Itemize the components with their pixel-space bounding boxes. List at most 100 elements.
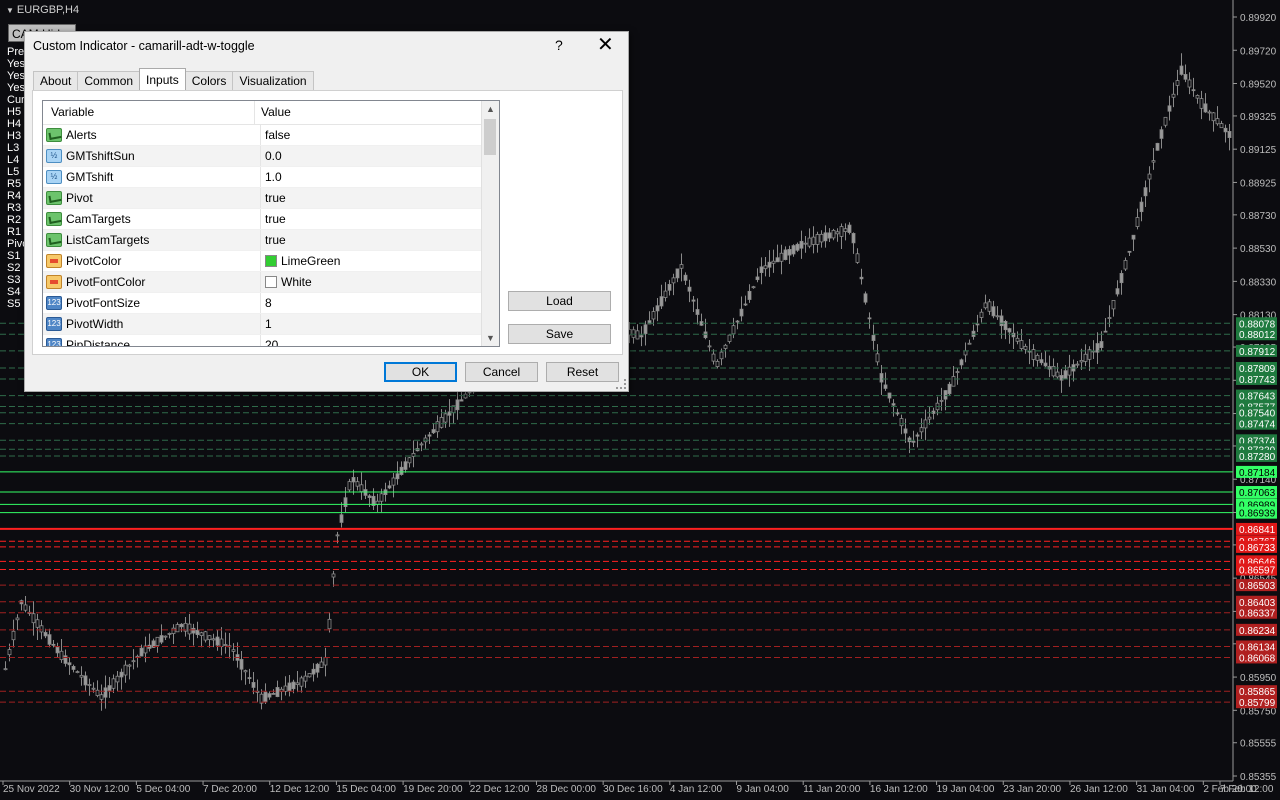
candle-body <box>1183 74 1188 80</box>
candle-body <box>643 324 648 335</box>
load-button[interactable]: Load <box>508 291 611 311</box>
candle-body <box>199 632 204 636</box>
cell-value[interactable]: White <box>261 272 499 292</box>
time-tick-label: 5 Dec 04:00 <box>136 784 190 795</box>
tab-visualization[interactable]: Visualization <box>232 71 314 90</box>
candle-body <box>811 236 816 245</box>
candle-body <box>155 636 160 647</box>
candle-body <box>219 638 224 648</box>
cell-value[interactable]: 0.0 <box>261 146 499 166</box>
candle-body <box>1203 103 1208 113</box>
cell-value[interactable]: false <box>261 125 499 145</box>
time-tick-label: 19 Jan 04:00 <box>937 784 995 795</box>
tab-inputs[interactable]: Inputs <box>139 68 186 90</box>
candle-body <box>395 473 400 480</box>
grid-row[interactable]: 123 PipDistance 20 <box>43 335 499 346</box>
candle-body <box>987 301 992 312</box>
grid-row[interactable]: ListCamTargets true <box>43 230 499 251</box>
candle-body <box>207 635 212 640</box>
grid-row[interactable]: ½ GMTshift 1.0 <box>43 167 499 188</box>
tab-colors[interactable]: Colors <box>184 71 234 90</box>
candle-body <box>1019 340 1024 349</box>
variable-value: 1.0 <box>265 170 282 184</box>
candle-body <box>635 330 640 340</box>
grid-row[interactable]: PivotFontColor White <box>43 272 499 293</box>
price-tick-label: 0.88330 <box>1240 277 1277 288</box>
candle-body <box>691 299 696 302</box>
variable-value: true <box>265 212 286 226</box>
candle-body <box>23 604 28 611</box>
cell-value[interactable]: 1.0 <box>261 167 499 187</box>
candle-body <box>639 335 644 338</box>
cell-value[interactable]: 1 <box>261 314 499 334</box>
candle-body <box>343 497 348 508</box>
inputs-grid[interactable]: Variable Value Alerts false ½ GMTshiftSun 0.… <box>42 100 500 347</box>
candle-body <box>403 461 408 470</box>
cell-value[interactable]: true <box>261 188 499 208</box>
candle-body <box>759 266 764 274</box>
scrollbar-thumb[interactable] <box>484 119 496 155</box>
save-button[interactable]: Save <box>508 324 611 344</box>
grid-row[interactable]: Pivot true <box>43 188 499 209</box>
variable-name: PivotFontSize <box>66 296 141 310</box>
double-icon: ½ <box>46 149 62 163</box>
candle-body <box>123 664 128 676</box>
level-price-label: 0.86234 <box>1239 626 1276 637</box>
resize-grip-icon[interactable] <box>616 379 626 389</box>
header-value[interactable]: Value <box>255 101 291 124</box>
candle-body <box>1155 142 1160 151</box>
candle-body <box>979 311 984 318</box>
color-icon <box>46 275 62 289</box>
double-icon: ½ <box>46 170 62 184</box>
candle-body <box>871 334 876 341</box>
candle-body <box>1123 260 1128 270</box>
tab-common[interactable]: Common <box>77 71 141 90</box>
grid-row[interactable]: PivotColor LimeGreen <box>43 251 499 272</box>
cell-value[interactable]: 20 <box>261 335 499 346</box>
cell-value[interactable]: true <box>261 230 499 250</box>
grid-row[interactable]: 123 PivotFontSize 8 <box>43 293 499 314</box>
candle-body <box>91 687 96 690</box>
color-swatch <box>265 255 277 267</box>
candle-body <box>755 276 760 281</box>
candle-body <box>799 240 804 249</box>
level-price-label: 0.87280 <box>1239 452 1276 463</box>
grid-row[interactable]: ½ GMTshiftSun 0.0 <box>43 146 499 167</box>
cell-value[interactable]: 8 <box>261 293 499 313</box>
candle-body <box>127 664 132 667</box>
candle-body <box>99 694 104 700</box>
candle-body <box>143 645 148 654</box>
candle-body <box>379 493 384 502</box>
candle-body <box>167 632 172 635</box>
grid-row[interactable]: CamTargets true <box>43 209 499 230</box>
candle-body <box>735 320 740 323</box>
cell-value[interactable]: true <box>261 209 499 229</box>
tab-about[interactable]: About <box>33 71 79 90</box>
candle-body <box>79 674 84 678</box>
variable-name: ListCamTargets <box>66 233 150 247</box>
candle-body <box>999 315 1004 327</box>
time-tick-label: 23 Jan 20:00 <box>1003 784 1061 795</box>
cancel-button[interactable]: Cancel <box>465 362 538 382</box>
grid-row[interactable]: Alerts false <box>43 125 499 146</box>
candle-body <box>331 573 336 578</box>
ok-button[interactable]: OK <box>384 362 457 382</box>
candle-body <box>983 302 988 309</box>
help-button[interactable]: ? <box>555 37 563 53</box>
candle-body <box>967 342 972 345</box>
candle-body <box>723 344 728 349</box>
cell-value[interactable]: LimeGreen <box>261 251 499 271</box>
header-variable[interactable]: Variable <box>43 101 255 124</box>
candle-body <box>231 649 236 652</box>
candle-body <box>419 443 424 446</box>
reset-button[interactable]: Reset <box>546 362 619 382</box>
candle-body <box>1139 201 1144 213</box>
level-price-label: 0.88012 <box>1239 330 1276 341</box>
scroll-down-icon[interactable]: ▼ <box>482 330 499 346</box>
scroll-up-icon[interactable]: ▲ <box>482 101 499 117</box>
grid-row[interactable]: 123 PivotWidth 1 <box>43 314 499 335</box>
grid-scrollbar[interactable]: ▲ ▼ <box>481 101 499 346</box>
candle-body <box>239 659 244 670</box>
time-tick-label: 31 Jan 04:00 <box>1137 784 1195 795</box>
close-icon[interactable]: ✕ <box>597 34 614 56</box>
